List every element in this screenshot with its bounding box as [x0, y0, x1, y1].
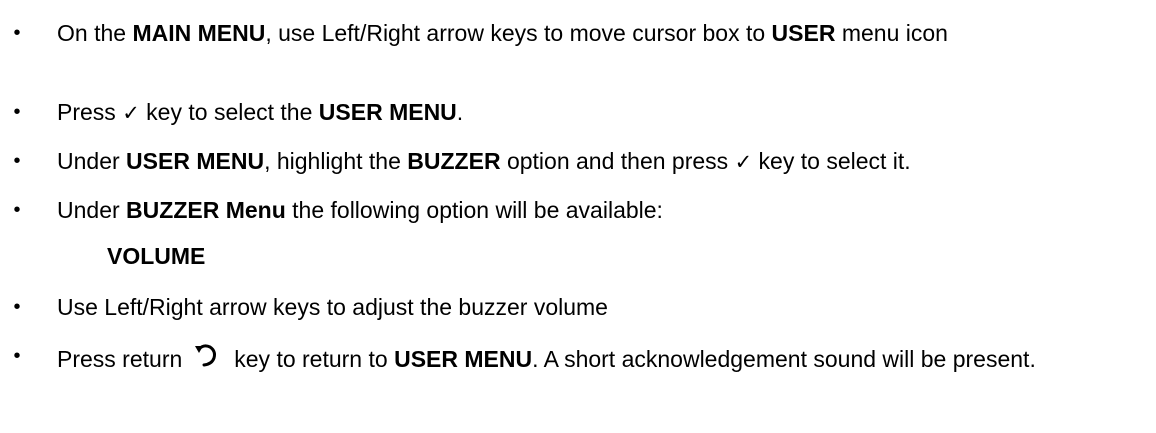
return-arrow-icon: [195, 344, 217, 367]
bullet: •: [13, 150, 21, 172]
item-text: Under: [57, 148, 127, 174]
list-item: • On the MAIN MENU, use Left/Right arrow…: [13, 18, 1147, 48]
item-text: key to return to: [234, 346, 395, 372]
item-text: Under: [57, 197, 127, 223]
item-text: key to select it.: [752, 148, 911, 174]
item-text: menu icon: [835, 20, 948, 46]
item-bold-text: USER MENU: [126, 148, 265, 174]
list-item: • Press return key to return to USER MEN…: [13, 341, 1147, 374]
bullet: •: [13, 22, 21, 44]
item-text: the following option will be available:: [285, 197, 663, 223]
instruction-document: • On the MAIN MENU, use Left/Right arrow…: [0, 0, 1156, 433]
list-item: • Use Left/Right arrow keys to adjust th…: [13, 292, 1147, 322]
item-text: On the: [57, 20, 133, 46]
item-bold-text: BUZZER: [407, 148, 501, 174]
check-icon: ✓: [734, 150, 753, 174]
item-text: key to select the: [139, 99, 319, 125]
bullet: •: [13, 345, 21, 367]
bullet: •: [13, 101, 21, 123]
item-bold-text: MAIN MENU: [132, 20, 266, 46]
item-text: Press return: [57, 346, 183, 372]
item-text: , highlight the: [264, 148, 408, 174]
volume-option-label: VOLUME: [107, 243, 206, 269]
item-text: Use Left/Right arrow keys to adjust the …: [57, 294, 608, 320]
item-text: , use Left/Right arrow keys to move curs…: [265, 20, 772, 46]
item-text: .: [456, 99, 464, 125]
item-text: option and then press: [500, 148, 735, 174]
check-icon: ✓: [122, 101, 140, 125]
item-bold-text: USER: [771, 20, 836, 46]
item-bold-text: USER MENU: [318, 99, 457, 125]
item-bold-text: USER MENU: [394, 346, 533, 372]
bullet: •: [13, 296, 21, 318]
list-item: • Press ✓ key to select the USER MENU.: [13, 97, 1147, 128]
list-item: • Under BUZZER Menu the following option…: [13, 195, 1147, 225]
item-text: Press: [57, 99, 123, 125]
item-bold-text: BUZZER Menu: [126, 197, 286, 223]
list-item: • Under USER MENU, highlight the BUZZER …: [13, 146, 1147, 177]
item-text: . A short acknowledgement sound will be …: [532, 346, 1036, 372]
bullet: •: [13, 199, 21, 221]
